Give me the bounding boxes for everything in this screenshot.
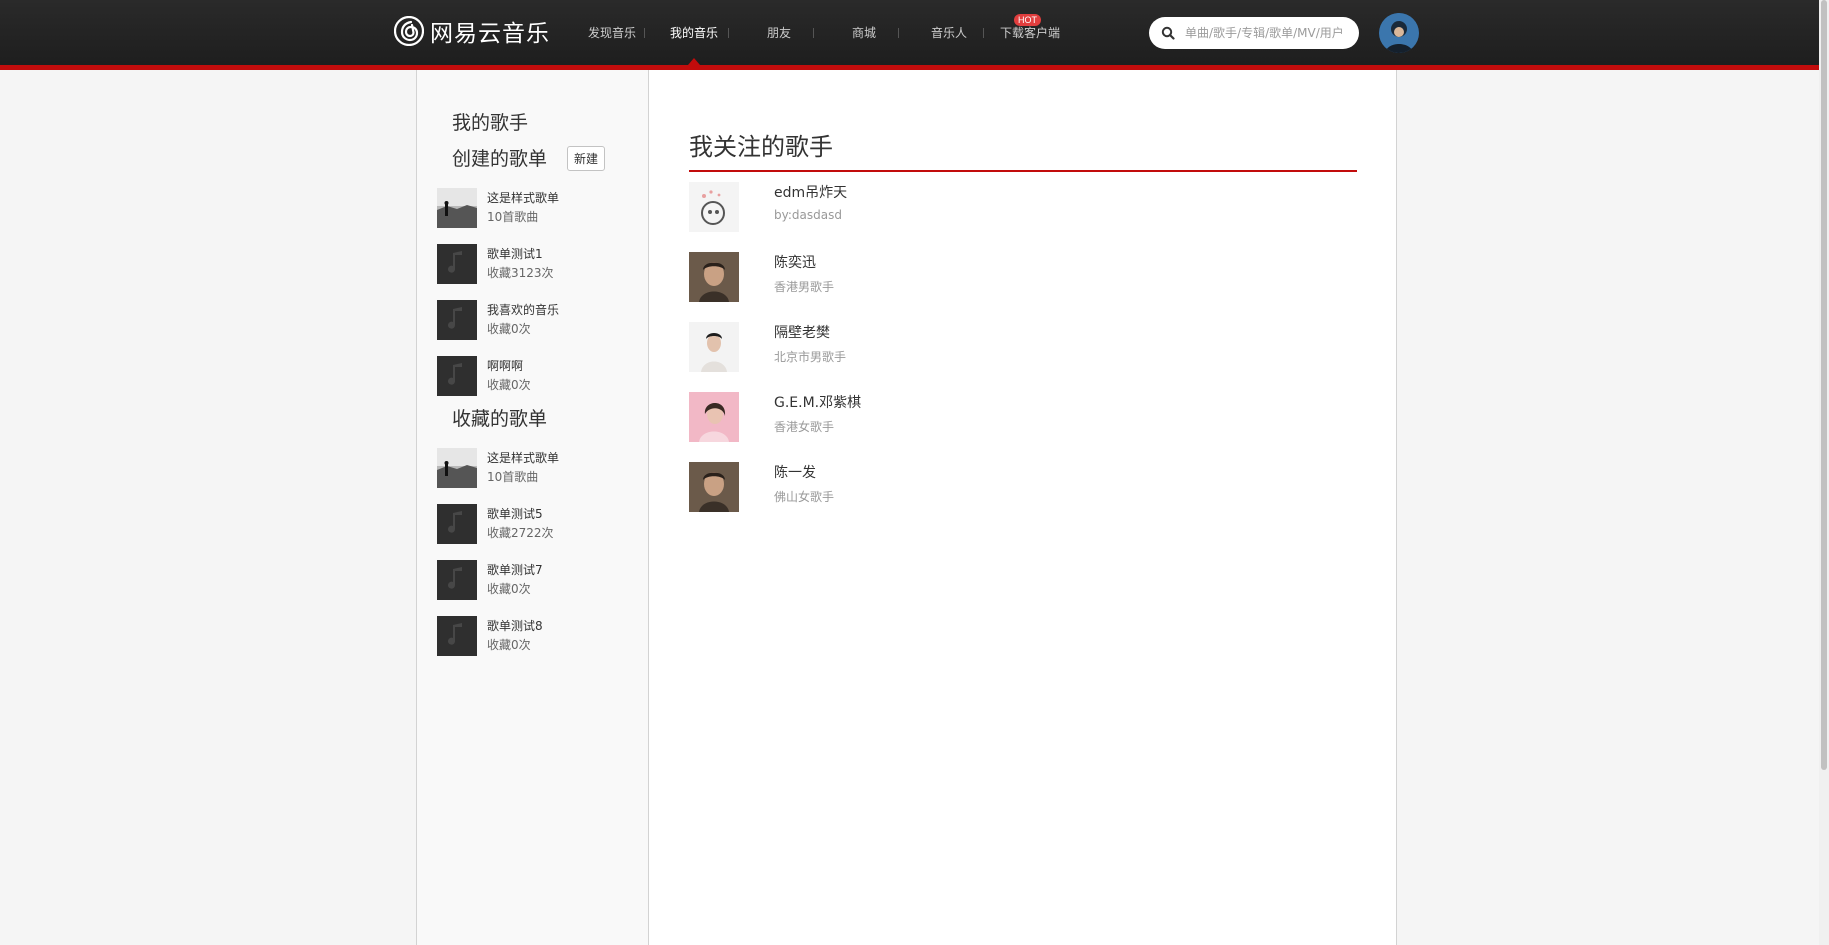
playlist-meta: 收藏3123次 bbox=[487, 266, 554, 280]
page-title: 我关注的歌手 bbox=[689, 133, 833, 161]
nav-item-download-client[interactable]: 下载客户端 bbox=[995, 0, 1065, 65]
nav-separator bbox=[898, 28, 899, 38]
collected-playlists-heading: 收藏的歌单 bbox=[452, 408, 548, 430]
playlist-meta: 10首歌曲 bbox=[487, 210, 539, 224]
artist-description: by:dasdasd bbox=[774, 208, 842, 222]
search-input[interactable] bbox=[1183, 25, 1355, 41]
nav-item-musician[interactable]: 音乐人 bbox=[915, 0, 983, 65]
playlist-item[interactable]: 歌单测试8 收藏0次 bbox=[437, 616, 637, 656]
playlist-meta: 收藏0次 bbox=[487, 582, 531, 596]
artist-avatar bbox=[689, 392, 739, 442]
playlist-item[interactable]: 歌单测试1 收藏3123次 bbox=[437, 244, 637, 284]
nav-separator bbox=[983, 28, 984, 38]
playlist-name: 这是样式歌单 bbox=[487, 451, 560, 465]
music-note-icon bbox=[437, 300, 477, 340]
artist-avatar bbox=[689, 182, 739, 232]
playlist-meta: 收藏0次 bbox=[487, 638, 531, 652]
playlist-meta: 收藏0次 bbox=[487, 322, 531, 336]
music-note-icon bbox=[437, 504, 477, 544]
music-note-icon bbox=[437, 560, 477, 600]
artist-name[interactable]: 隔壁老樊 bbox=[774, 322, 830, 342]
playlist-name: 我喜欢的音乐 bbox=[487, 303, 560, 317]
artist-description: 香港男歌手 bbox=[774, 280, 835, 294]
artist-avatar bbox=[689, 462, 739, 512]
artist-avatar bbox=[689, 322, 739, 372]
artist-row[interactable]: edm吊炸天 by:dasdasd bbox=[689, 182, 1357, 232]
artist-description: 北京市男歌手 bbox=[774, 350, 847, 364]
artist-row[interactable]: 隔壁老樊 北京市男歌手 bbox=[689, 322, 1357, 372]
nav-active-caret bbox=[688, 58, 700, 65]
logo[interactable]: 网易云音乐 bbox=[394, 14, 550, 48]
nav-separator bbox=[644, 28, 645, 38]
playlist-name: 这是样式歌单 bbox=[487, 191, 560, 205]
playlist-name: 歌单测试7 bbox=[487, 563, 543, 577]
my-artists-heading[interactable]: 我的歌手 bbox=[452, 108, 528, 135]
playlist-item[interactable]: 我喜欢的音乐 收藏0次 bbox=[437, 300, 637, 340]
artist-name[interactable]: 陈奕迅 bbox=[774, 252, 816, 272]
playlist-meta: 收藏0次 bbox=[487, 378, 531, 392]
artist-description: 佛山女歌手 bbox=[774, 490, 835, 504]
artist-description: 香港女歌手 bbox=[774, 420, 835, 434]
playlist-name: 歌单测试1 bbox=[487, 247, 543, 261]
playlist-item[interactable]: 歌单测试7 收藏0次 bbox=[437, 560, 637, 600]
scrollbar-thumb[interactable] bbox=[1821, 0, 1827, 770]
music-note-icon bbox=[437, 356, 477, 396]
playlist-meta: 收藏2722次 bbox=[487, 526, 554, 540]
nav-separator bbox=[728, 28, 729, 38]
nav-item-discover[interactable]: 发现音乐 bbox=[577, 0, 647, 65]
artist-row[interactable]: 陈奕迅 香港男歌手 bbox=[689, 252, 1357, 302]
hot-badge: HOT bbox=[1014, 14, 1041, 26]
created-playlists-heading: 创建的歌单 bbox=[452, 148, 548, 170]
title-divider bbox=[689, 170, 1357, 172]
artist-row[interactable]: G.E.M.邓紫棋 香港女歌手 bbox=[689, 392, 1357, 442]
nav-item-friends[interactable]: 朋友 bbox=[745, 0, 813, 65]
playlist-item[interactable]: 这是样式歌单 10首歌曲 bbox=[437, 448, 637, 488]
sidebar: 我的歌手 创建的歌单 新建 这是样式歌单 10首歌曲 歌单测试1 收藏3123次 bbox=[417, 70, 649, 945]
page-scrollbar[interactable] bbox=[1819, 0, 1829, 945]
music-note-icon bbox=[437, 616, 477, 656]
nav-separator bbox=[813, 28, 814, 38]
artist-row[interactable]: 陈一发 佛山女歌手 bbox=[689, 462, 1357, 512]
playlist-item[interactable]: 这是样式歌单 10首歌曲 bbox=[437, 188, 637, 228]
search-box bbox=[1149, 17, 1359, 49]
playlist-name: 歌单测试8 bbox=[487, 619, 543, 633]
playlist-item[interactable]: 歌单测试5 收藏2722次 bbox=[437, 504, 637, 544]
logo-text: 网易云音乐 bbox=[430, 21, 550, 47]
new-playlist-button[interactable]: 新建 bbox=[567, 146, 606, 171]
main-frame: 我的歌手 创建的歌单 新建 这是样式歌单 10首歌曲 歌单测试1 收藏3123次 bbox=[416, 70, 1397, 945]
nav-item-my-music[interactable]: 我的音乐 bbox=[660, 0, 728, 65]
netease-music-logo-icon bbox=[394, 16, 424, 46]
artist-name[interactable]: 陈一发 bbox=[774, 462, 816, 482]
search-icon bbox=[1161, 26, 1175, 40]
user-avatar[interactable] bbox=[1379, 13, 1419, 53]
playlist-name: 啊啊啊 bbox=[487, 359, 524, 373]
music-note-icon bbox=[437, 244, 477, 284]
artist-name[interactable]: G.E.M.邓紫棋 bbox=[774, 392, 861, 412]
top-navigation-bar: 网易云音乐 发现音乐 我的音乐 朋友 商城 音乐人 下载客户端 HOT bbox=[0, 0, 1819, 70]
playlist-item[interactable]: 啊啊啊 收藏0次 bbox=[437, 356, 637, 396]
nav-item-store[interactable]: 商城 bbox=[830, 0, 898, 65]
artist-name[interactable]: edm吊炸天 bbox=[774, 182, 847, 202]
playlist-cover-photo-icon bbox=[437, 188, 477, 228]
playlist-cover-photo-icon bbox=[437, 448, 477, 488]
artist-avatar bbox=[689, 252, 739, 302]
playlist-meta: 10首歌曲 bbox=[487, 470, 539, 484]
playlist-name: 歌单测试5 bbox=[487, 507, 543, 521]
